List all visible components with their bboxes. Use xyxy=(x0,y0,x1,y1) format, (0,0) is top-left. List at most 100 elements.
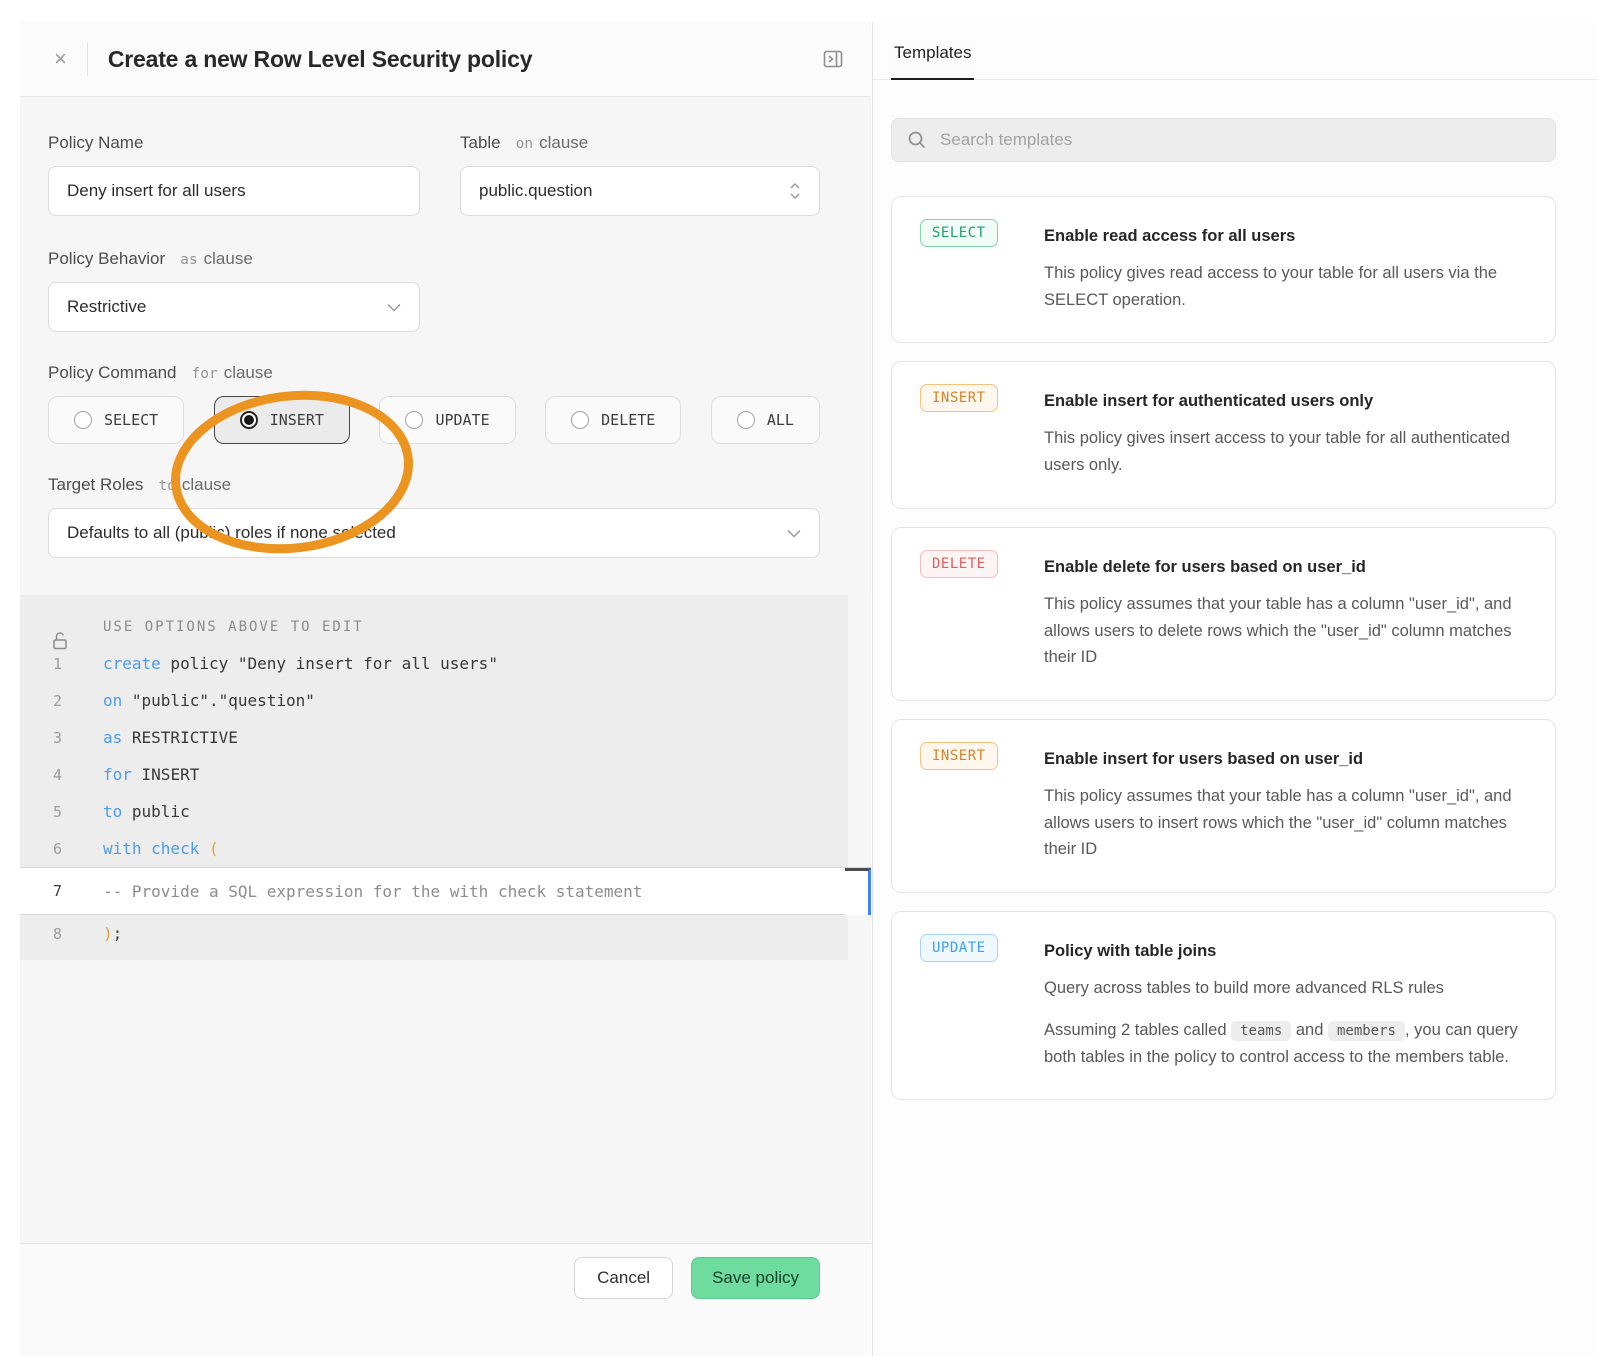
line-number: 5 xyxy=(20,803,94,821)
editor-locked-note: USE OPTIONS ABOVE TO EDIT xyxy=(94,619,364,635)
table-select-value: public.question xyxy=(479,181,592,201)
command-option-insert[interactable]: INSERT xyxy=(214,396,350,444)
chevron-down-icon xyxy=(387,303,401,312)
close-icon[interactable]: × xyxy=(50,44,71,74)
code-text: for INSERT xyxy=(94,765,199,784)
sql-code-editor[interactable]: USE OPTIONS ABOVE TO EDIT 1create policy… xyxy=(20,595,871,960)
search-box[interactable] xyxy=(891,118,1556,162)
template-card[interactable]: UPDATEPolicy with table joinsQuery acros… xyxy=(891,911,1556,1100)
badge-column: UPDATE xyxy=(920,939,1044,1085)
code-line-1: 1create policy "Deny insert for all user… xyxy=(20,645,871,682)
cancel-button[interactable]: Cancel xyxy=(574,1257,673,1299)
badge-column: INSERT xyxy=(920,747,1044,878)
chevron-up-down-icon xyxy=(789,181,801,201)
radio-icon xyxy=(571,411,589,429)
code-line-7[interactable]: 7-- Provide a SQL expression for the wit… xyxy=(20,867,871,915)
panel-header: × Create a new Row Level Security policy xyxy=(20,22,871,97)
templates-panel: Templates SELECT Enable read access for a… xyxy=(872,22,1598,1356)
line-number: 1 xyxy=(20,655,94,673)
behavior-field-group: Policy Behavior as clause Restrictive xyxy=(48,249,820,332)
command-options-group: SELECT INSERT UPDATE DELETE ALL xyxy=(48,396,820,444)
editor-cursor-marker xyxy=(845,868,871,915)
radio-icon xyxy=(240,411,258,429)
code-line-6: 6with check ( xyxy=(20,830,871,867)
code-line-4: 4for INSERT xyxy=(20,756,871,793)
template-title: Enable read access for all users xyxy=(1044,227,1529,246)
editor-locked-note-row: USE OPTIONS ABOVE TO EDIT xyxy=(20,609,871,645)
template-description: Assuming 2 tables called teams and membe… xyxy=(1044,1017,1529,1070)
command-option-label: UPDATE xyxy=(435,411,489,429)
templates-tabbar: Templates xyxy=(873,22,1598,80)
line-number: 6 xyxy=(20,840,94,858)
template-title: Enable insert for authenticated users on… xyxy=(1044,392,1529,411)
template-description: This policy assumes that your table has … xyxy=(1044,591,1529,671)
template-title: Policy with table joins xyxy=(1044,942,1529,961)
operation-badge: UPDATE xyxy=(920,934,998,962)
search-icon xyxy=(907,130,927,150)
policy-name-label: Policy Name xyxy=(48,133,143,153)
table-label: Table xyxy=(460,133,501,153)
target-roles-select[interactable]: Defaults to all (public) roles if none s… xyxy=(48,508,820,558)
behavior-select-value: Restrictive xyxy=(67,297,146,317)
policy-name-input[interactable] xyxy=(48,166,420,216)
command-option-update[interactable]: UPDATE xyxy=(379,396,515,444)
radio-icon xyxy=(74,411,92,429)
operation-badge: SELECT xyxy=(920,219,998,247)
template-card[interactable]: INSERTEnable insert for authenticated us… xyxy=(891,361,1556,508)
operation-badge: INSERT xyxy=(920,384,998,412)
roles-clause-keyword: to xyxy=(158,478,175,494)
template-card[interactable]: INSERTEnable insert for users based on u… xyxy=(891,719,1556,893)
table-select[interactable]: public.question xyxy=(460,166,820,216)
table-field-group: Table on clause public.question xyxy=(460,133,820,216)
roles-label: Target Roles xyxy=(48,475,143,495)
line-number: 7 xyxy=(20,882,94,900)
template-body: Policy with table joinsQuery across tabl… xyxy=(1044,939,1529,1085)
code-line-5: 5to public xyxy=(20,793,871,830)
code-line-2: 2on "public"."question" xyxy=(20,682,871,719)
behavior-clause-keyword: as xyxy=(180,252,197,268)
line-number: 3 xyxy=(20,729,94,747)
clause-word: clause xyxy=(204,249,253,269)
save-policy-button[interactable]: Save policy xyxy=(691,1257,820,1299)
templates-content: SELECTEnable read access for all usersTh… xyxy=(873,80,1598,1100)
line-number: 2 xyxy=(20,692,94,710)
code-line-3: 3as RESTRICTIVE xyxy=(20,719,871,756)
command-option-label: SELECT xyxy=(104,411,158,429)
badge-column: DELETE xyxy=(920,555,1044,686)
command-option-select[interactable]: SELECT xyxy=(48,396,184,444)
editor-lines: 1create policy "Deny insert for all user… xyxy=(20,645,871,952)
behavior-select[interactable]: Restrictive xyxy=(48,282,420,332)
expand-right-panel-icon[interactable] xyxy=(821,47,845,71)
search-templates-input[interactable] xyxy=(940,130,1540,150)
clause-word: clause xyxy=(182,475,231,495)
code-text: with check ( xyxy=(94,839,219,858)
create-policy-panel: × Create a new Row Level Security policy… xyxy=(20,22,871,1356)
template-body: Enable delete for users based on user_id… xyxy=(1044,555,1529,686)
template-description: This policy assumes that your table has … xyxy=(1044,783,1529,863)
policy-form: Policy Name Table on clause public.quest… xyxy=(20,97,871,558)
roles-field-group: Target Roles to clause Defaults to all (… xyxy=(48,475,820,558)
table-clause-keyword: on xyxy=(516,136,533,152)
command-field-group: Policy Command for clause SELECTINSERTUP… xyxy=(48,363,820,444)
template-card[interactable]: DELETEEnable delete for users based on u… xyxy=(891,527,1556,701)
line-number: 4 xyxy=(20,766,94,784)
tab-templates[interactable]: Templates xyxy=(891,43,974,80)
command-option-all[interactable]: ALL xyxy=(711,396,820,444)
clause-word: clause xyxy=(539,133,588,153)
panel-footer: Cancel Save policy xyxy=(20,1243,871,1356)
code-text: on "public"."question" xyxy=(94,691,315,710)
template-body: Enable read access for all usersThis pol… xyxy=(1044,224,1529,328)
policy-name-field-group: Policy Name xyxy=(48,133,420,216)
operation-badge: INSERT xyxy=(920,742,998,770)
badge-column: INSERT xyxy=(920,389,1044,493)
template-body: Enable insert for authenticated users on… xyxy=(1044,389,1529,493)
code-text: create policy "Deny insert for all users… xyxy=(94,654,498,673)
command-clause-keyword: for xyxy=(192,366,218,382)
command-option-label: ALL xyxy=(767,411,794,429)
template-description: This policy gives insert access to your … xyxy=(1044,425,1529,478)
code-line-8: 8); xyxy=(20,915,871,952)
command-option-delete[interactable]: DELETE xyxy=(545,396,681,444)
target-roles-select-value: Defaults to all (public) roles if none s… xyxy=(67,523,396,543)
template-card[interactable]: SELECT Enable read access for all usersTh… xyxy=(891,196,1556,343)
inline-code-chip: members xyxy=(1328,1021,1405,1041)
